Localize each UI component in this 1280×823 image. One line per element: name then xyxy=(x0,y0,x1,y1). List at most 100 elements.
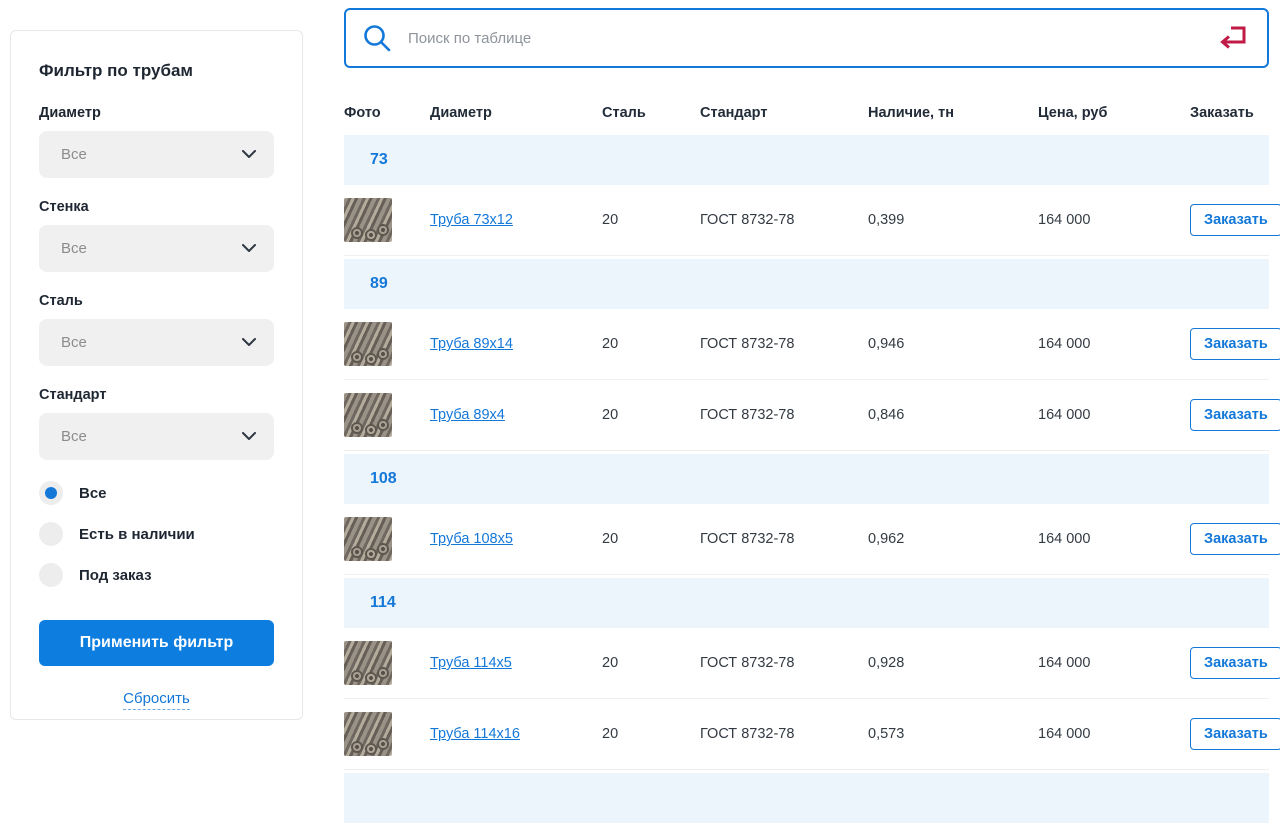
select-diameter[interactable]: Все xyxy=(39,131,274,178)
product-link[interactable]: Труба 89x4 xyxy=(430,407,505,423)
steel-cell: 20 xyxy=(602,212,700,228)
select-standard-value: Все xyxy=(61,428,87,445)
price-cell: 164 000 xyxy=(1038,407,1190,423)
availability-cell: 0,946 xyxy=(868,336,1038,352)
standard-cell: ГОСТ 8732-78 xyxy=(700,655,868,671)
filter-label-diameter: Диаметр xyxy=(39,105,274,121)
radio-icon xyxy=(39,522,63,546)
standard-cell: ГОСТ 8732-78 xyxy=(700,336,868,352)
col-header-price: Цена, руб xyxy=(1038,105,1190,121)
pipe-photo[interactable] xyxy=(344,198,392,242)
select-diameter-value: Все xyxy=(61,146,87,163)
search-icon xyxy=(362,23,392,53)
select-steel[interactable]: Все xyxy=(39,319,274,366)
pipes-table-section: Фото Диаметр Сталь Стандарт Наличие, тн … xyxy=(344,8,1269,823)
price-cell: 164 000 xyxy=(1038,726,1190,742)
product-link[interactable]: Труба 114x16 xyxy=(430,726,520,742)
product-link[interactable]: Труба 108x5 xyxy=(430,531,513,547)
availability-cell: 0,399 xyxy=(868,212,1038,228)
radio-option-2[interactable]: Под заказ xyxy=(39,563,274,587)
search-input[interactable] xyxy=(406,29,1217,48)
steel-cell: 20 xyxy=(602,336,700,352)
col-header-diameter: Диаметр xyxy=(430,105,602,121)
group-row: 108 xyxy=(344,454,1269,504)
price-cell: 164 000 xyxy=(1038,212,1190,228)
reset-filter-link[interactable]: Сбросить xyxy=(123,690,190,710)
filter-label-wall: Стенка xyxy=(39,199,274,215)
order-button[interactable]: Заказать xyxy=(1190,328,1280,360)
apply-filter-button[interactable]: Применить фильтр xyxy=(39,620,274,666)
pipe-photo[interactable] xyxy=(344,712,392,756)
group-row xyxy=(344,773,1269,823)
availability-cell: 0,573 xyxy=(868,726,1038,742)
steel-cell: 20 xyxy=(602,726,700,742)
availability-cell: 0,846 xyxy=(868,407,1038,423)
group-label: 89 xyxy=(370,275,388,293)
steel-cell: 20 xyxy=(602,655,700,671)
radio-option-1[interactable]: Есть в наличии xyxy=(39,522,274,546)
chevron-down-icon xyxy=(242,244,256,253)
availability-cell: 0,928 xyxy=(868,655,1038,671)
col-header-steel: Сталь xyxy=(602,105,700,121)
order-button[interactable]: Заказать xyxy=(1190,399,1280,431)
filter-label-standard: Стандарт xyxy=(39,387,274,403)
filter-label-steel: Сталь xyxy=(39,293,274,309)
standard-cell: ГОСТ 8732-78 xyxy=(700,407,868,423)
order-button[interactable]: Заказать xyxy=(1190,523,1280,555)
table-body: 73 Труба 73x12 20 ГОСТ 8732-78 0,399 164… xyxy=(344,135,1269,823)
pipe-photo[interactable] xyxy=(344,393,392,437)
select-standard[interactable]: Все xyxy=(39,413,274,460)
table-row: Труба 89x4 20 ГОСТ 8732-78 0,846 164 000… xyxy=(344,380,1269,451)
radio-label: Есть в наличии xyxy=(79,526,195,543)
select-steel-value: Все xyxy=(61,334,87,351)
table-row: Труба 108x5 20 ГОСТ 8732-78 0,962 164 00… xyxy=(344,504,1269,575)
enter-arrow-icon[interactable] xyxy=(1217,25,1247,51)
standard-cell: ГОСТ 8732-78 xyxy=(700,212,868,228)
price-cell: 164 000 xyxy=(1038,655,1190,671)
col-header-photo: Фото xyxy=(344,105,430,121)
radio-icon xyxy=(39,481,63,505)
col-header-order: Заказать xyxy=(1190,105,1274,121)
price-cell: 164 000 xyxy=(1038,531,1190,547)
standard-cell: ГОСТ 8732-78 xyxy=(700,531,868,547)
radio-icon xyxy=(39,563,63,587)
radio-label: Все xyxy=(79,485,107,502)
pipe-photo[interactable] xyxy=(344,641,392,685)
order-button[interactable]: Заказать xyxy=(1190,718,1280,750)
table-search-bar xyxy=(344,8,1269,68)
product-link[interactable]: Труба 73x12 xyxy=(430,212,513,228)
chevron-down-icon xyxy=(242,338,256,347)
table-row: Труба 89x14 20 ГОСТ 8732-78 0,946 164 00… xyxy=(344,309,1269,380)
select-wall-value: Все xyxy=(61,240,87,257)
pipe-photo[interactable] xyxy=(344,517,392,561)
radio-option-0[interactable]: Все xyxy=(39,481,274,505)
col-header-standard: Стандарт xyxy=(700,105,868,121)
group-row: 73 xyxy=(344,135,1269,185)
product-link[interactable]: Труба 89x14 xyxy=(430,336,513,352)
chevron-down-icon xyxy=(242,432,256,441)
table-row: Труба 114x5 20 ГОСТ 8732-78 0,928 164 00… xyxy=(344,628,1269,699)
filter-title: Фильтр по трубам xyxy=(39,61,274,81)
product-link[interactable]: Труба 114x5 xyxy=(430,655,512,671)
order-button[interactable]: Заказать xyxy=(1190,204,1280,236)
table-header: Фото Диаметр Сталь Стандарт Наличие, тн … xyxy=(344,90,1269,135)
standard-cell: ГОСТ 8732-78 xyxy=(700,726,868,742)
chevron-down-icon xyxy=(242,150,256,159)
col-header-availability: Наличие, тн xyxy=(868,105,1038,121)
group-label: 114 xyxy=(370,594,396,612)
steel-cell: 20 xyxy=(602,407,700,423)
filter-panel: Фильтр по трубам Диаметр Все Стенка Все … xyxy=(10,30,303,720)
group-row: 89 xyxy=(344,259,1269,309)
select-wall[interactable]: Все xyxy=(39,225,274,272)
table-row: Труба 73x12 20 ГОСТ 8732-78 0,399 164 00… xyxy=(344,185,1269,256)
steel-cell: 20 xyxy=(602,531,700,547)
order-button[interactable]: Заказать xyxy=(1190,647,1280,679)
radio-label: Под заказ xyxy=(79,567,152,584)
availability-cell: 0,962 xyxy=(868,531,1038,547)
group-label: 108 xyxy=(370,470,397,488)
pipe-photo[interactable] xyxy=(344,322,392,366)
group-row: 114 xyxy=(344,578,1269,628)
table-row: Труба 114x16 20 ГОСТ 8732-78 0,573 164 0… xyxy=(344,699,1269,770)
group-label: 73 xyxy=(370,151,388,169)
price-cell: 164 000 xyxy=(1038,336,1190,352)
